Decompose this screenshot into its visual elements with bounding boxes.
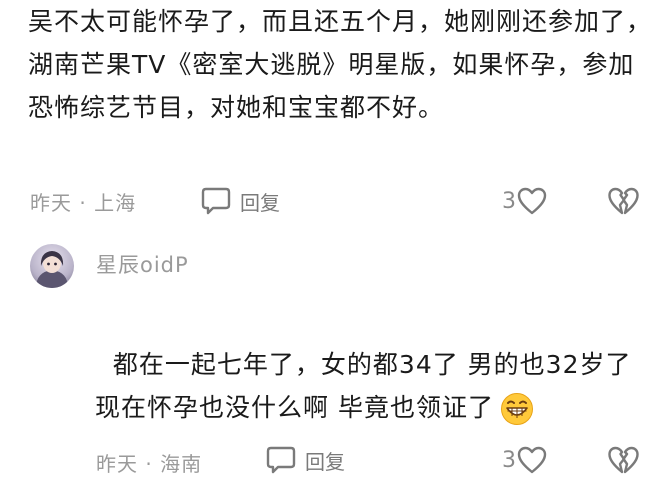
- comment-meta: 昨天 · 上海: [30, 191, 137, 215]
- heart-icon: [517, 446, 547, 474]
- like-button[interactable]: 3: [502, 186, 548, 216]
- broken-heart-icon: [608, 446, 639, 474]
- grinning-face-emoji-icon: [500, 393, 533, 425]
- like-button[interactable]: 3: [502, 445, 548, 475]
- avatar[interactable]: [30, 244, 74, 288]
- broken-heart-icon: [608, 187, 639, 215]
- dislike-button[interactable]: [607, 186, 639, 220]
- reply-label: 回复: [305, 449, 345, 474]
- comment-meta: 昨天 · 海南: [96, 452, 203, 476]
- heart-icon: [517, 187, 547, 215]
- username[interactable]: 星辰oidP: [96, 249, 189, 279]
- comment-bubble-icon: [266, 446, 296, 474]
- comment-bubble-icon: [201, 187, 231, 215]
- reply-button[interactable]: 回复: [200, 186, 280, 216]
- user-avatar-icon: [36, 251, 68, 288]
- like-count: 3: [502, 447, 516, 473]
- reply-button[interactable]: 回复: [265, 445, 345, 475]
- comment-text: 吴不太可能怀孕了，而且还五个月，她刚刚还参加了，湖南芒果TV《密室大逃脱》明星版…: [28, 7, 653, 122]
- dislike-button[interactable]: [607, 445, 639, 479]
- comment-body: 都在一起七年了，女的都34了 男的也32岁了 现在怀孕也没什么啊 毕竟也领证了: [95, 350, 641, 422]
- reply-label: 回复: [240, 190, 280, 215]
- comment-text: 都在一起七年了，女的都34了 男的也32岁了 现在怀孕也没什么啊 毕竟也领证了: [95, 300, 655, 429]
- like-count: 3: [502, 188, 516, 214]
